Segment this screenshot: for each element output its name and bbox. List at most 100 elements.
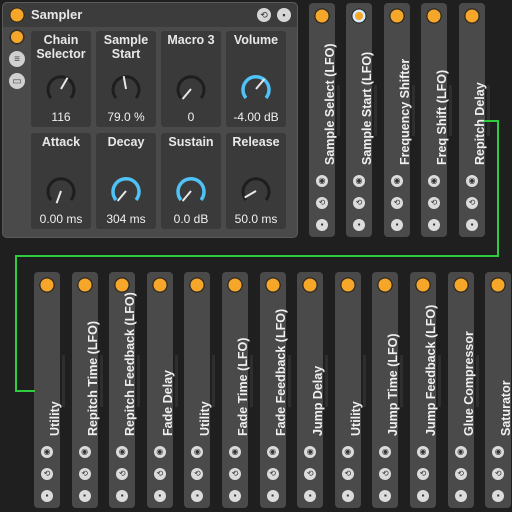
hot-swap-icon[interactable]: ◉ — [428, 175, 440, 187]
hot-swap-icon[interactable]: ⟲ — [229, 468, 241, 480]
device-strip[interactable]: Fade Time (LFO) ◉ ⟲ ▪ — [222, 272, 250, 508]
hot-swap-icon[interactable]: ⟲ — [153, 468, 166, 480]
device-power-button[interactable] — [9, 7, 25, 23]
hot-swap-icon[interactable]: ◉ — [191, 446, 204, 458]
device-strip[interactable]: Jump Time (LFO) ◉ ⟲ ▪ — [372, 272, 400, 508]
hot-swap-icon[interactable]: ◉ — [41, 446, 53, 458]
knob-dial[interactable] — [108, 71, 144, 105]
routing-wire — [497, 120, 499, 256]
device-strip[interactable]: Frequency Shifter ◉ ⟲ ▪ — [384, 3, 412, 237]
hot-swap-icon[interactable]: ⟲ — [78, 468, 91, 480]
save-icon[interactable]: ▪ — [492, 490, 505, 502]
save-icon[interactable]: ▪ — [316, 219, 328, 231]
device-strip[interactable]: Fade Delay ◉ ⟲ ▪ — [146, 272, 175, 508]
device-strip[interactable]: Saturator ◉ ⟲ ▪ — [485, 272, 512, 508]
hot-swap-icon[interactable]: ◉ — [353, 175, 365, 187]
save-icon[interactable]: ▪ — [304, 490, 317, 502]
hot-swap-icon[interactable]: ⟲ — [41, 468, 53, 480]
hot-swap-icon[interactable]: ◉ — [379, 446, 392, 458]
save-icon[interactable]: ▪ — [41, 490, 53, 502]
device-strip[interactable]: Utility ◉ ⟲ ▪ — [334, 272, 363, 508]
device-strip[interactable]: Fade Feedback (LFO) ◉ ⟲ ▪ — [259, 272, 288, 508]
device-strip[interactable]: Sample Start (LFO) ◉ ⟲ ▪ — [346, 3, 374, 237]
hot-swap-icon[interactable]: ⟲ — [391, 197, 403, 209]
hot-swap-icon[interactable]: ◉ — [454, 446, 467, 458]
hot-swap-icon[interactable]: ⟲ — [466, 197, 478, 209]
hot-swap-icon[interactable]: ⟲ — [304, 468, 317, 480]
hot-swap-icon[interactable]: ⟲ — [316, 197, 328, 209]
save-icon[interactable]: ▪ — [341, 490, 354, 502]
macro-value: 0.0 dB — [173, 212, 209, 226]
macro-knob-1[interactable]: Chain Selector 116 — [31, 31, 91, 127]
list-icon[interactable]: ≡ — [9, 51, 25, 67]
hot-swap-icon[interactable]: ◉ — [466, 175, 478, 187]
hot-swap-icon[interactable]: ⟲ — [417, 468, 429, 480]
save-icon[interactable]: ▪ — [153, 490, 166, 502]
device-strip[interactable]: Repitch Time (LFO) ◉ ⟲ ▪ — [71, 272, 100, 508]
save-icon[interactable]: ▪ — [229, 490, 241, 502]
save-icon[interactable]: ▪ — [391, 219, 403, 231]
macro-knob-7[interactable]: Sustain 0.0 dB — [161, 133, 221, 229]
knob-dial[interactable] — [108, 173, 144, 207]
hot-swap-icon[interactable]: ◉ — [78, 446, 91, 458]
hot-swap-icon[interactable]: ◉ — [417, 446, 429, 458]
save-icon[interactable]: ▪ — [116, 490, 129, 502]
hot-swap-icon[interactable]: ◉ — [116, 446, 129, 458]
hot-swap-icon[interactable]: ◉ — [341, 446, 354, 458]
hot-swap-icon[interactable]: ⟲ — [266, 468, 279, 480]
hot-swap-icon[interactable]: ⟲ — [341, 468, 354, 480]
macro-value: 50.0 ms — [234, 212, 278, 226]
save-icon[interactable]: ▪ — [266, 490, 279, 502]
hot-swap-icon[interactable]: ◉ — [492, 446, 505, 458]
device-strip[interactable]: Sample Select (LFO) ◉ ⟲ ▪ — [309, 3, 337, 237]
save-icon[interactable]: ▪ — [428, 219, 440, 231]
knob-dial[interactable] — [43, 71, 79, 105]
hot-swap-icon[interactable]: ⟲ — [191, 468, 204, 480]
save-icon[interactable]: ▪ — [191, 490, 204, 502]
save-icon[interactable]: ▪ — [417, 490, 429, 502]
device-strip[interactable]: Jump Delay ◉ ⟲ ▪ — [297, 272, 325, 508]
hot-swap-icon[interactable]: ⟲ — [116, 468, 129, 480]
device-strip[interactable]: Utility ◉ ⟲ ▪ — [184, 272, 212, 508]
knob-dial[interactable] — [238, 71, 274, 105]
macro-knob-4[interactable]: Volume -4.00 dB — [226, 31, 286, 127]
macro-knob-8[interactable]: Release 50.0 ms — [226, 133, 286, 229]
hot-swap-icon[interactable]: ⟲ — [492, 468, 505, 480]
hot-swap-icon[interactable]: ⟲ — [428, 197, 440, 209]
device-name: Glue Compressor — [461, 331, 476, 436]
device-name: Sample Select (LFO) — [323, 43, 337, 165]
macro-knob-3[interactable]: Macro 3 0 — [161, 31, 221, 127]
hot-swap-icon[interactable]: ⟲ — [353, 197, 365, 209]
knob-dial[interactable] — [173, 173, 209, 207]
hot-swap-icon[interactable]: ◉ — [229, 446, 241, 458]
device-strip[interactable]: Jump Feedback (LFO) ◉ ⟲ ▪ — [410, 272, 438, 508]
save-icon[interactable]: ▪ — [466, 219, 478, 231]
save-icon[interactable]: ▪ — [353, 219, 365, 231]
device-strip[interactable]: Freq Shift (LFO) ◉ ⟲ ▪ — [421, 3, 449, 237]
hot-swap-icon[interactable]: ◉ — [316, 175, 328, 187]
knob-dial[interactable] — [43, 173, 79, 207]
macro-knob-2[interactable]: Sample Start 79.0 % — [96, 31, 156, 127]
hot-swap-icon[interactable]: ⟲ — [257, 8, 271, 22]
save-preset-icon[interactable]: ▪ — [277, 8, 291, 22]
hot-swap-icon[interactable]: ◉ — [153, 446, 166, 458]
knob-dial[interactable] — [238, 173, 274, 207]
hot-swap-icon[interactable]: ◉ — [304, 446, 317, 458]
save-icon[interactable]: ▪ — [78, 490, 91, 502]
hot-swap-icon[interactable]: ◉ — [391, 175, 403, 187]
device-strip[interactable]: Glue Compressor ◉ ⟲ ▪ — [447, 272, 476, 508]
hot-swap-icon[interactable]: ⟲ — [379, 468, 392, 480]
device-strip[interactable]: Repitch Feedback (LFO) ◉ ⟲ ▪ — [109, 272, 137, 508]
save-icon[interactable]: ▪ — [454, 490, 467, 502]
device-strip[interactable]: Utility ◉ ⟲ ▪ — [34, 272, 62, 508]
save-icon[interactable]: ▪ — [379, 490, 392, 502]
device-strip[interactable]: Repitch Delay ◉ ⟲ ▪ — [459, 3, 487, 237]
macro-knob-6[interactable]: Decay 304 ms — [96, 133, 156, 229]
chain-icon[interactable]: ▭ — [9, 73, 25, 89]
knob-dial[interactable] — [173, 71, 209, 105]
hot-swap-icon[interactable]: ◉ — [266, 446, 279, 458]
rail-divider — [137, 354, 141, 407]
hot-swap-icon[interactable]: ⟲ — [454, 468, 467, 480]
macro-knob-5[interactable]: Attack 0.00 ms — [31, 133, 91, 229]
map-icon[interactable] — [9, 29, 25, 45]
